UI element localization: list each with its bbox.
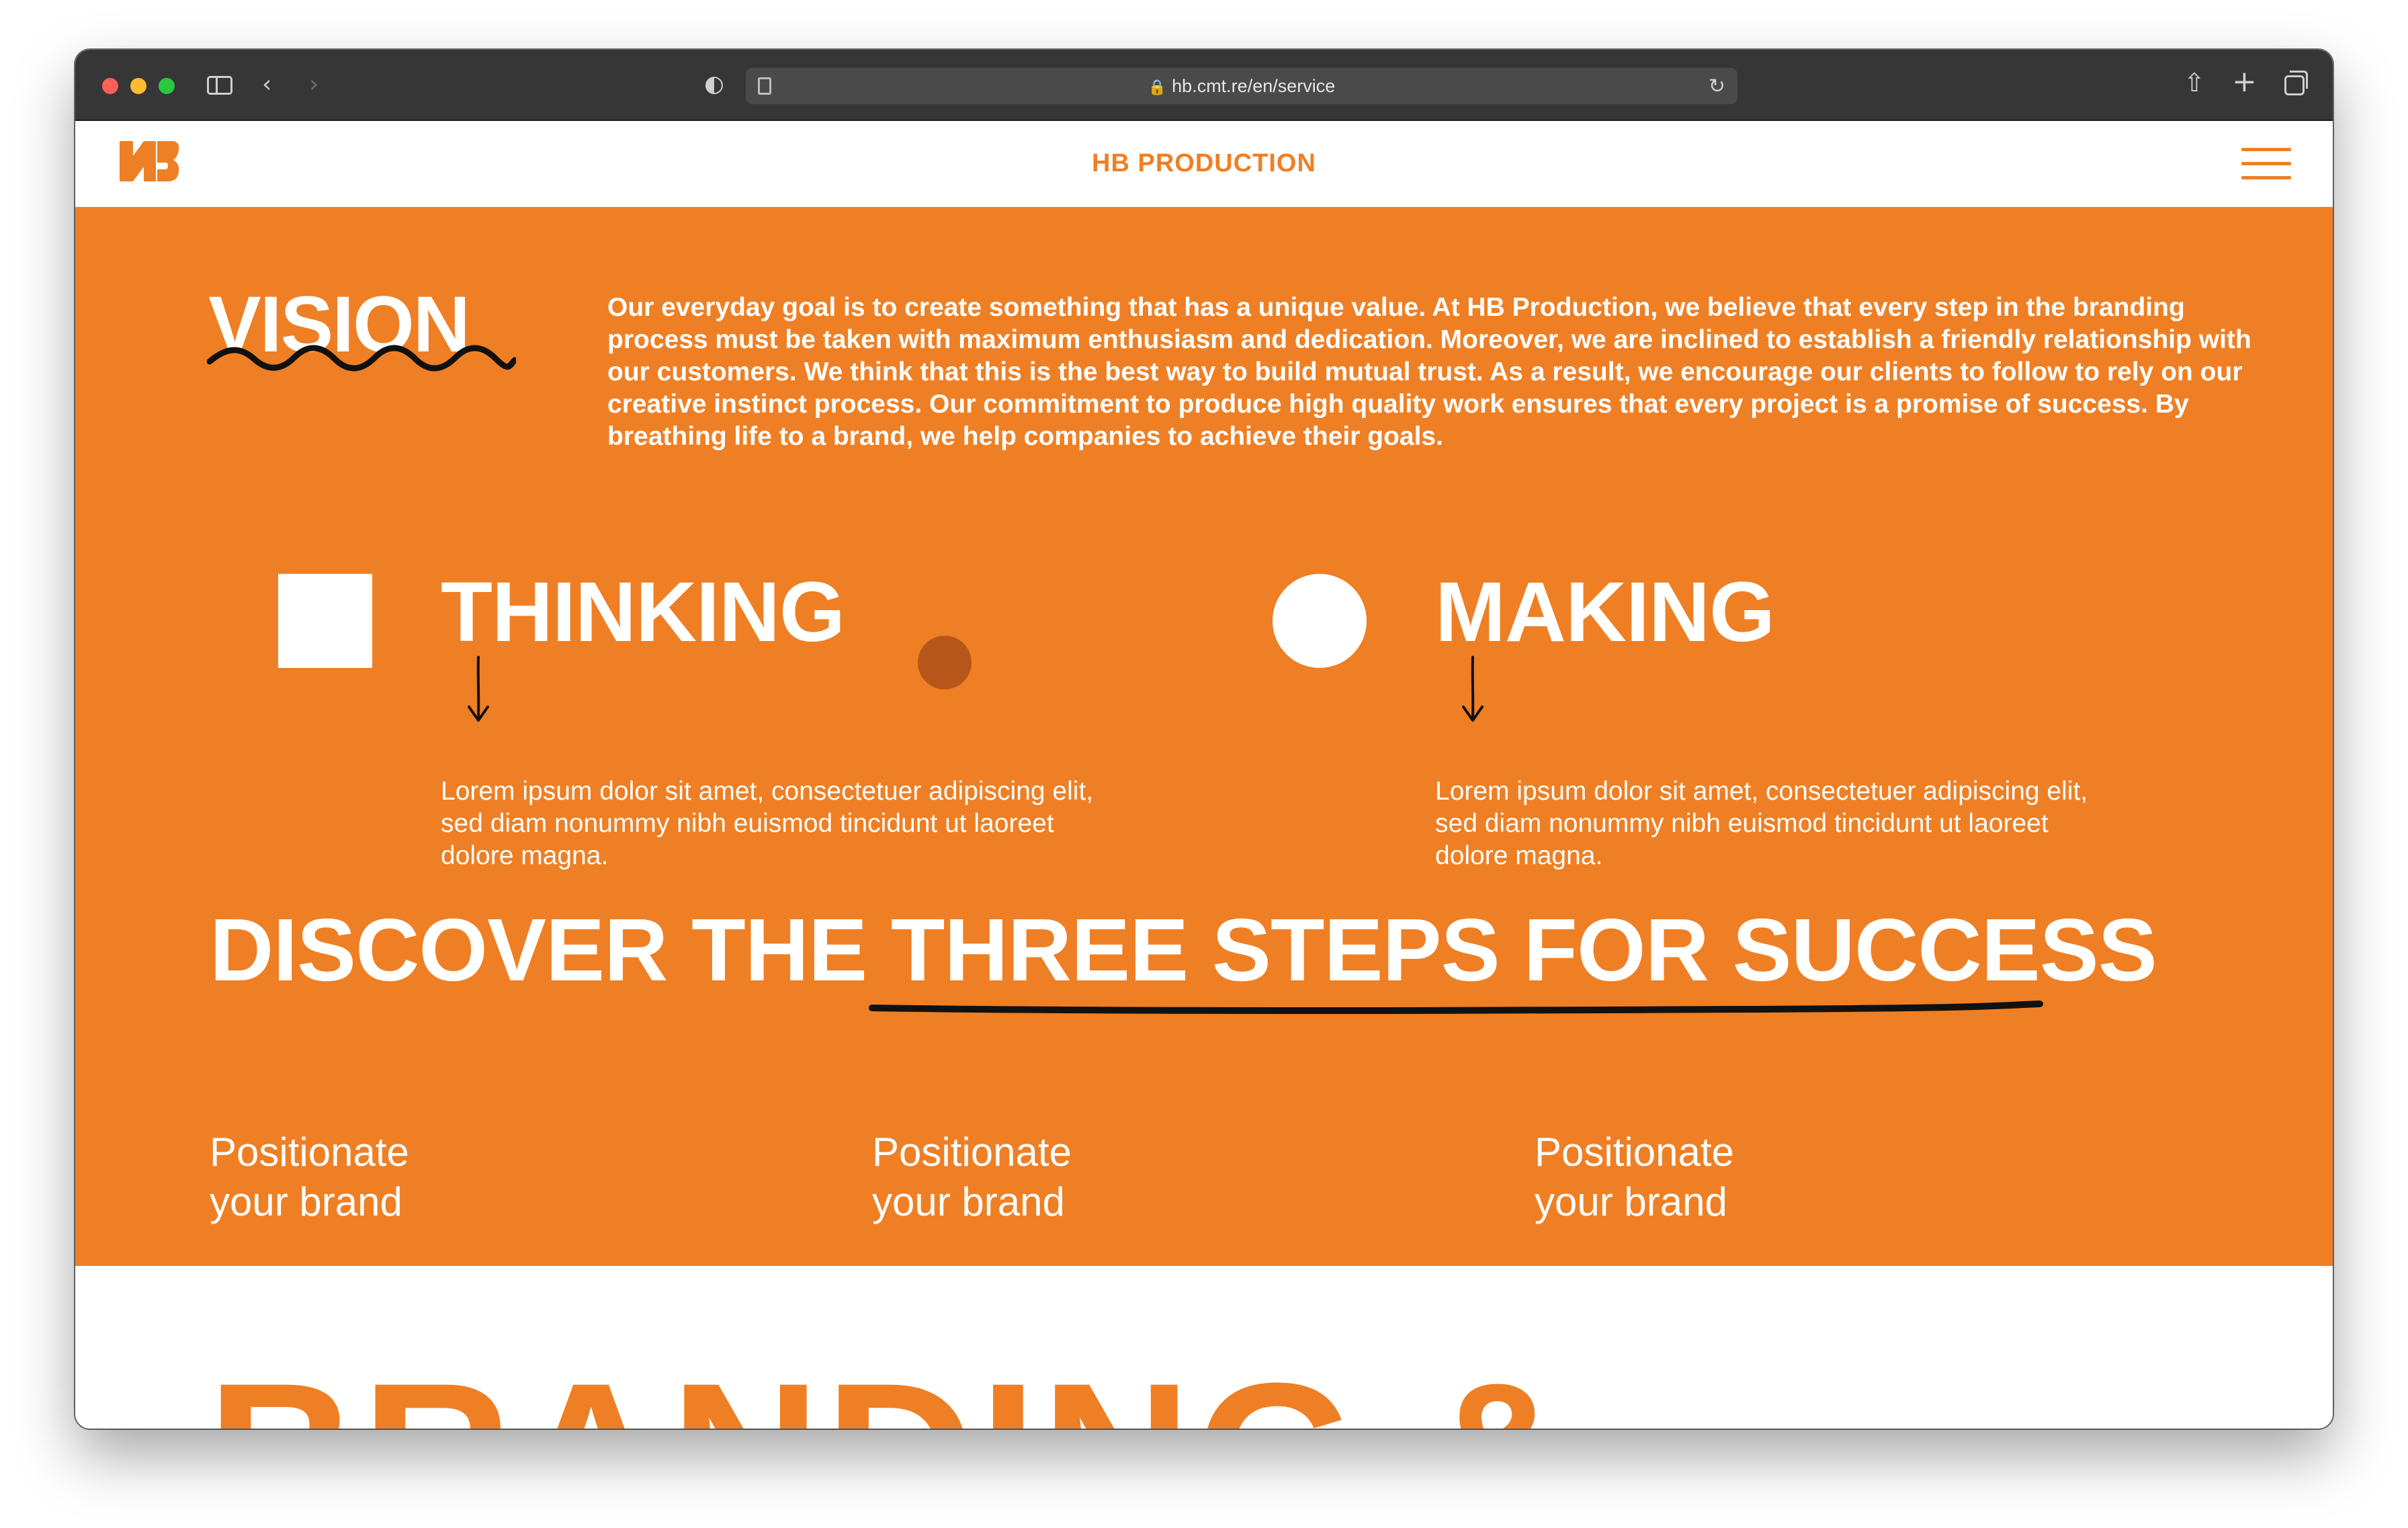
- shield-icon[interactable]: ◐: [704, 73, 724, 95]
- step-item: Positionate your brand: [872, 1128, 1208, 1227]
- browser-toolbar: ‹ › ◐ 🔒 hb.cmt.re/en/service ↻ ⇧ +: [75, 50, 2333, 121]
- thinking-heading: THINKING: [441, 564, 845, 659]
- reload-icon[interactable]: ↻: [1709, 75, 1725, 98]
- step-line-2: your brand: [1535, 1179, 1727, 1224]
- url-text: hb.cmt.re/en/service: [1172, 76, 1336, 96]
- sidebar-icon[interactable]: [207, 76, 232, 95]
- step-line-2: your brand: [872, 1179, 1065, 1224]
- circle-shape-icon: [1273, 574, 1367, 668]
- tabs-overview-icon[interactable]: [2284, 71, 2308, 95]
- step-line-1: Positionate: [1535, 1130, 1734, 1175]
- step-line-1: Positionate: [210, 1130, 409, 1175]
- hamburger-menu-icon[interactable]: [2241, 148, 2291, 180]
- lock-icon: 🔒: [1148, 79, 1167, 95]
- step-line-2: your brand: [210, 1179, 402, 1224]
- arrow-down-icon: [1462, 656, 1484, 722]
- discover-highlight: THREE STEPS FOR SUCCESS: [890, 900, 2157, 999]
- site-title[interactable]: HB PRODUCTION: [75, 149, 2333, 178]
- site-header: HB PRODUCTION: [75, 121, 2333, 207]
- making-description: Lorem ipsum dolor sit amet, consectetuer…: [1435, 777, 2088, 870]
- hand-drawn-underline-icon: [869, 1001, 2043, 1014]
- plus-icon[interactable]: +: [2232, 67, 2257, 97]
- step-item: Positionate your brand: [210, 1128, 546, 1227]
- branding-section: BRANDING &: [75, 1266, 2333, 1429]
- close-window-button[interactable]: [102, 78, 118, 94]
- minimize-window-button[interactable]: [130, 78, 146, 94]
- step-line-1: Positionate: [872, 1130, 1072, 1175]
- discover-prefix: DISCOVER THE: [210, 900, 891, 999]
- chevron-right-icon[interactable]: ›: [309, 73, 318, 97]
- squiggle-underline-icon: [207, 345, 516, 372]
- zoom-window-button[interactable]: [159, 78, 175, 94]
- dot-shape-icon: [918, 636, 972, 689]
- square-shape-icon: [278, 574, 372, 668]
- url-field[interactable]: 🔒 hb.cmt.re/en/service: [746, 76, 1737, 97]
- branding-heading: BRANDING &: [207, 1352, 1578, 1429]
- browser-window: ‹ › ◐ 🔒 hb.cmt.re/en/service ↻ ⇧ + HB PRO…: [75, 50, 2333, 1429]
- share-icon[interactable]: ⇧: [2184, 70, 2205, 95]
- making-heading: MAKING: [1435, 564, 1775, 659]
- vision-paragraph: Our everyday goal is to create something…: [607, 293, 2251, 451]
- step-item: Positionate your brand: [1535, 1128, 1870, 1227]
- thinking-description: Lorem ipsum dolor sit amet, consectetuer…: [441, 777, 1094, 870]
- discover-heading: DISCOVER THE THREE STEPS FOR SUCCESS: [210, 906, 2157, 994]
- address-bar[interactable]: 🔒 hb.cmt.re/en/service ↻: [746, 68, 1737, 104]
- arrow-down-icon: [468, 656, 489, 722]
- chevron-left-icon[interactable]: ‹: [262, 73, 271, 97]
- service-hero-section: VISION Our everyday goal is to create so…: [75, 207, 2333, 1266]
